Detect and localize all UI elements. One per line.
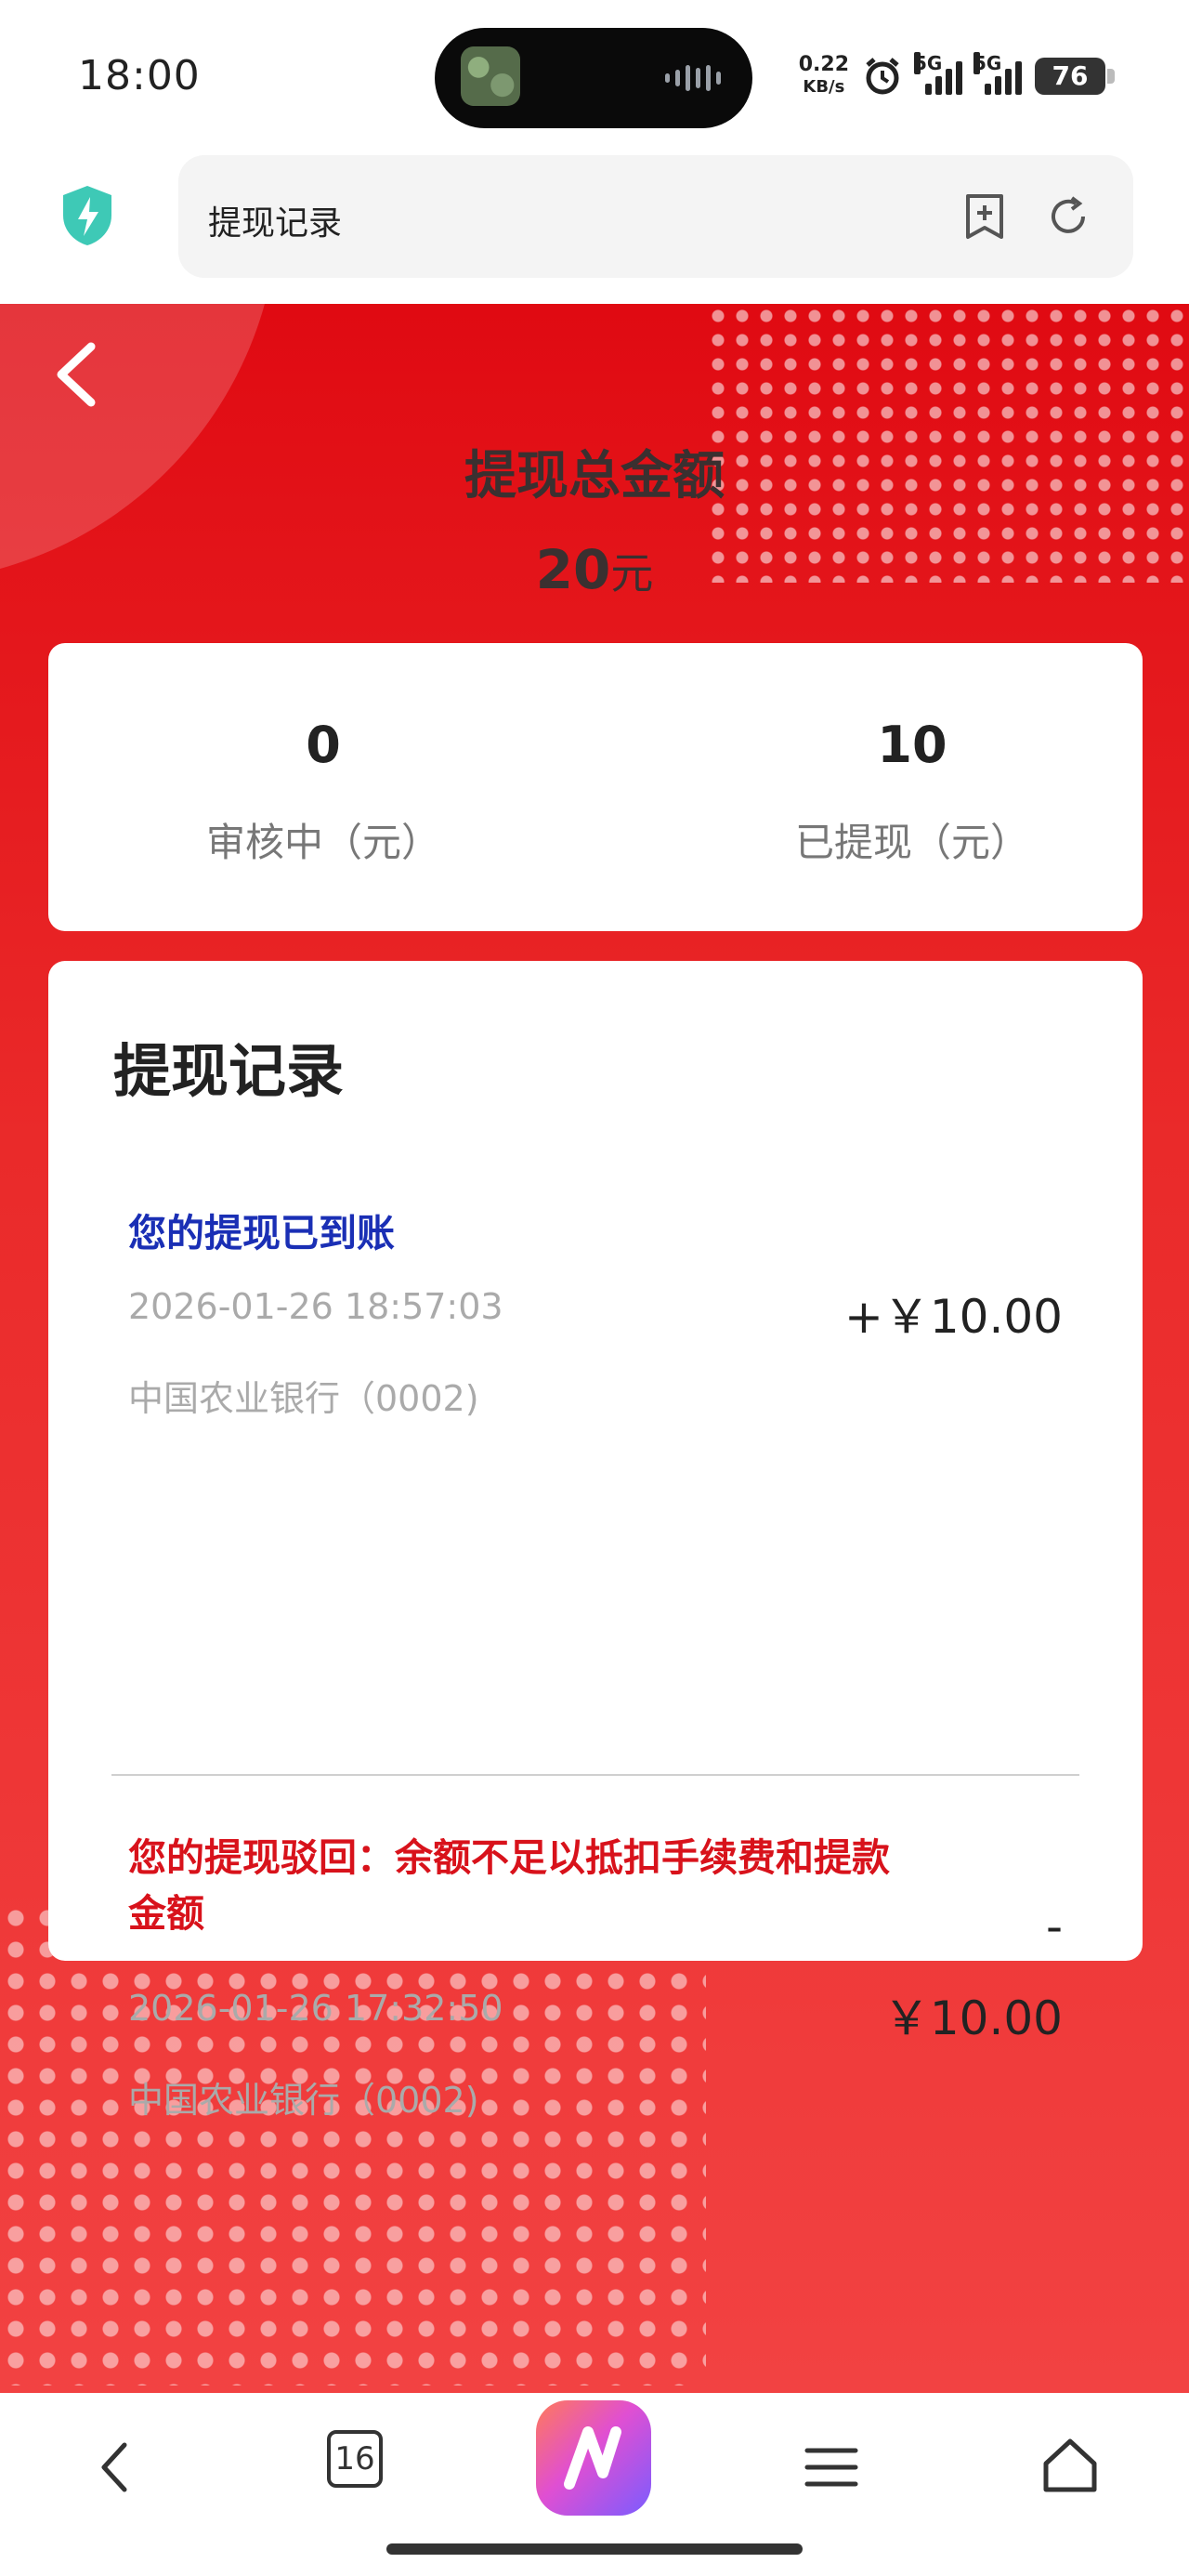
total-withdrawal-title: 提现总金额 <box>464 446 725 506</box>
back-arrow-icon[interactable] <box>45 337 110 412</box>
reviewing-stat: 0 审核中（元） <box>128 643 518 868</box>
record-bank: 中国农业银行（0002) <box>128 2080 479 2121</box>
record-time: 2026-01-26 17:32:50 <box>128 1988 503 2029</box>
record-message: 您的提现驳回：余额不足以抵扣手续费和提款金额 <box>128 1835 890 1936</box>
back-icon[interactable] <box>78 2430 152 2504</box>
ai-logo-icon <box>564 2426 621 2490</box>
status-icons: 0.22 KB/s 5G 5G 76 <box>799 48 1115 104</box>
record-amount: +￥10.00 <box>843 1290 1063 1344</box>
ai-assistant-icon[interactable] <box>536 2400 651 2516</box>
record-divider <box>111 1774 1079 1776</box>
record-bank: 中国农业银行（0002) <box>128 1378 479 1419</box>
address-bar-title[interactable]: 提现记录 <box>208 196 342 244</box>
menu-icon[interactable] <box>794 2430 869 2504</box>
withdrawn-label: 已提现（元） <box>794 820 1029 865</box>
tabs-icon[interactable]: 16 <box>327 2430 383 2488</box>
status-time: 18:00 <box>78 52 201 99</box>
status-bar: 18:00 0.22 KB/s 5G 5G 76 <box>0 0 1189 153</box>
network-speed: 0.22 KB/s <box>798 53 849 98</box>
media-thumbnail <box>461 46 520 106</box>
reviewing-value: 0 <box>306 716 341 774</box>
shield-icon[interactable] <box>59 184 115 247</box>
home-icon[interactable] <box>1033 2430 1107 2504</box>
audio-wave-icon <box>665 65 721 91</box>
record-amount: ￥10.00 <box>882 1991 1063 2045</box>
reviewing-label: 审核中（元） <box>205 820 440 865</box>
dynamic-island[interactable] <box>435 28 752 128</box>
record-amount-sign: - <box>1045 1899 1063 1953</box>
withdrawn-stat: 10 已提现（元） <box>717 643 1107 868</box>
battery-icon: 76 <box>1035 58 1115 95</box>
record-time: 2026-01-26 18:57:03 <box>128 1286 503 1327</box>
home-indicator[interactable] <box>386 2543 803 2555</box>
records-card: 提现记录 您的提现已到账 2026-01-26 18:57:03 中国农业银行（… <box>48 961 1143 2121</box>
signal-5g-icon-1: 5G <box>914 52 962 95</box>
decorative-dots-bottom <box>0 1902 706 2385</box>
total-withdrawal-amount: 20元 <box>535 538 654 601</box>
record-message: 您的提现已到账 <box>128 1211 395 1255</box>
refresh-icon[interactable] <box>1044 192 1092 241</box>
alarm-icon <box>866 58 899 95</box>
signal-5g-icon-2: 5G <box>973 52 1022 95</box>
records-title: 提现记录 <box>113 1037 345 1105</box>
withdrawal-page: 提现总金额 20元 0 审核中（元） 10 已提现（元） 提现记录 您的提现已到… <box>0 304 1189 2393</box>
bookmark-add-icon[interactable] <box>960 192 1009 241</box>
withdrawn-value: 10 <box>877 716 947 774</box>
address-bar[interactable]: 提现记录 <box>178 155 1133 278</box>
stats-card: 0 审核中（元） 10 已提现（元） <box>48 643 1143 931</box>
